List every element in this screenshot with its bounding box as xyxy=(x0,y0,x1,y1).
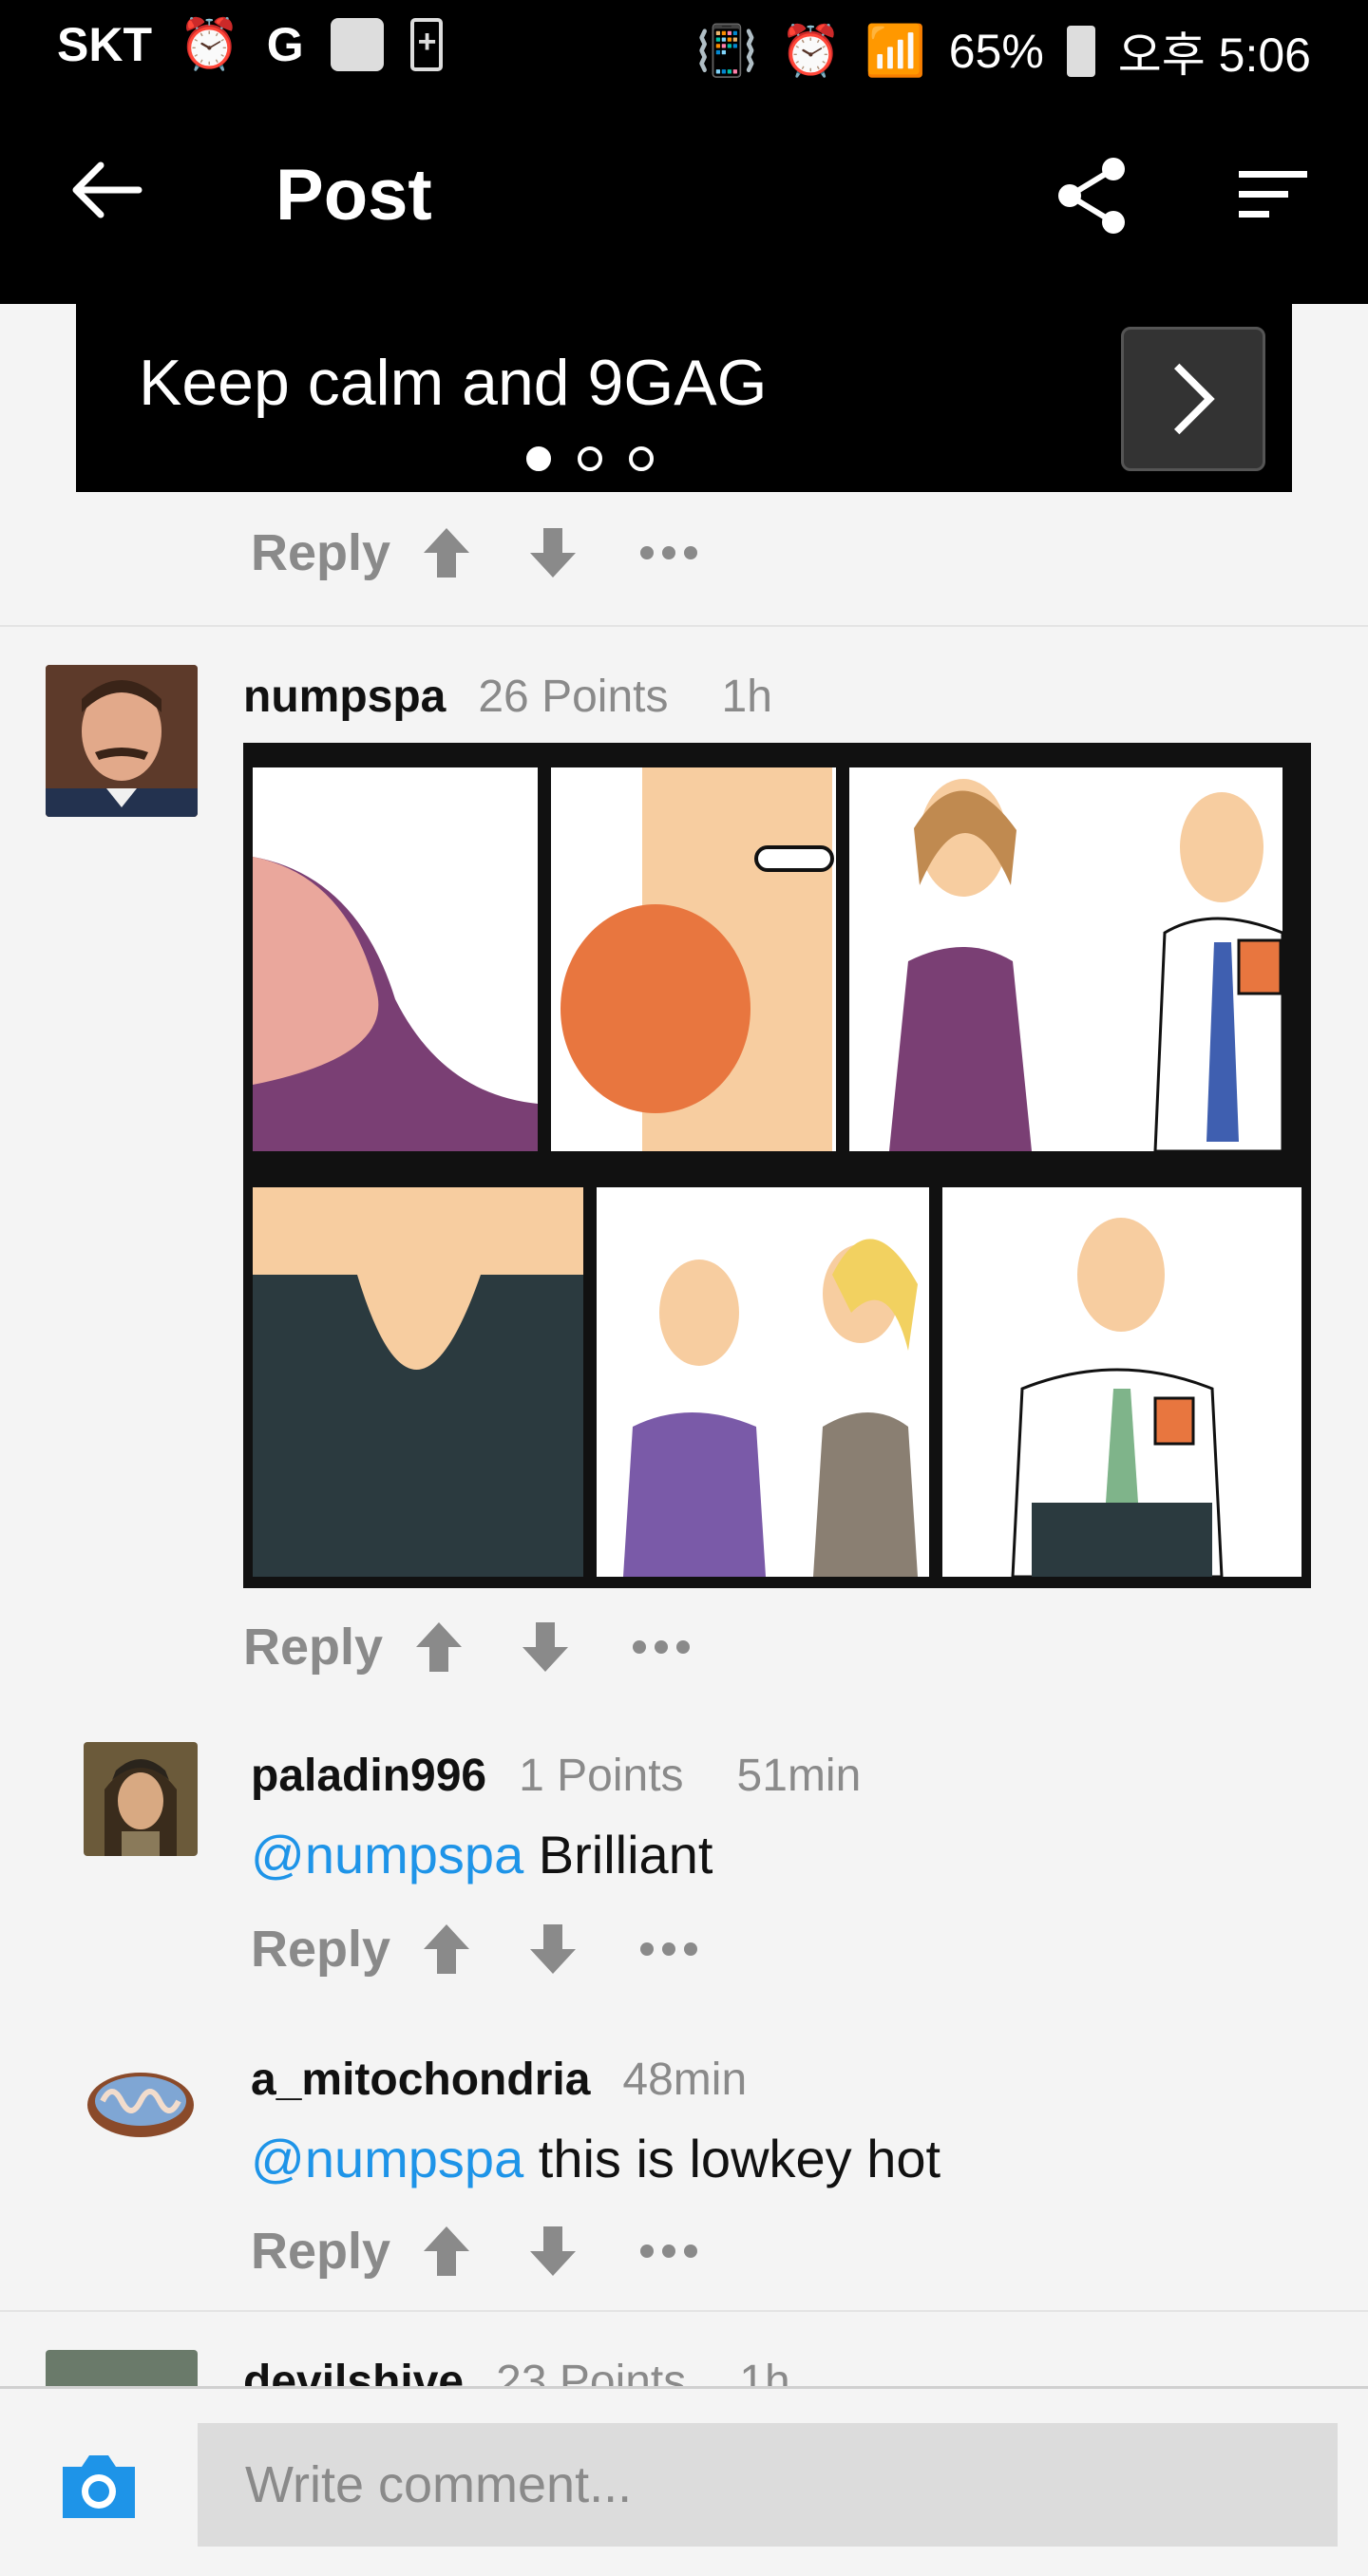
comment-text: @numpspa this is lowkey hot xyxy=(251,2128,940,2189)
google-icon: G xyxy=(266,18,304,71)
mitochondria-avatar-icon xyxy=(84,2046,198,2160)
battery-percent: 65% xyxy=(948,25,1044,78)
page-title: Post xyxy=(276,155,432,236)
reply-button[interactable]: Reply xyxy=(243,1618,412,1676)
wifi-icon: 📶 xyxy=(864,24,926,79)
more-options-icon[interactable] xyxy=(640,2245,697,2258)
avatar-image xyxy=(46,665,198,817)
share-icon[interactable] xyxy=(1054,156,1130,236)
mention-link[interactable]: @numpspa xyxy=(251,1825,523,1885)
timestamp: 51min xyxy=(736,1751,862,1801)
timestamp: 48min xyxy=(622,2055,748,2105)
comment-actions: Reply xyxy=(251,515,697,591)
sort-icon[interactable] xyxy=(1235,169,1311,220)
comment-body: this is lowkey hot xyxy=(523,2129,941,2188)
more-options-icon[interactable] xyxy=(640,1942,697,1956)
status-bar: SKT ⏰ G 📳 ⏰ 📶 65% 오후 5:06 xyxy=(0,0,1368,95)
downvote-icon[interactable] xyxy=(526,2223,580,2280)
username[interactable]: a_mitochondria xyxy=(251,2054,590,2106)
pager-dot[interactable] xyxy=(629,446,654,471)
avatar[interactable] xyxy=(84,1742,198,1856)
battery-saver-icon xyxy=(409,18,443,71)
comment-actions: Reply xyxy=(243,1609,690,1685)
avatar-image xyxy=(84,1742,198,1856)
timestamp: 1h xyxy=(721,672,772,722)
comment-list: Reply numpspa 26 Points 1h Reply paladin… xyxy=(0,304,1368,2394)
comment-actions: Reply xyxy=(251,1911,697,1987)
downvote-icon[interactable] xyxy=(526,524,580,581)
divider xyxy=(0,2310,1368,2312)
comment-body: Brilliant xyxy=(523,1825,713,1885)
upvote-icon[interactable] xyxy=(412,1619,466,1676)
pager-dot[interactable] xyxy=(578,446,602,471)
upvote-icon[interactable] xyxy=(420,2223,473,2280)
reply-button[interactable]: Reply xyxy=(251,2222,420,2281)
pager-dot[interactable] xyxy=(526,446,551,471)
more-options-icon[interactable] xyxy=(633,1640,690,1654)
upvote-icon[interactable] xyxy=(420,524,473,581)
alarm-icon: ⏰ xyxy=(780,24,842,79)
app-bar: Post xyxy=(0,95,1368,304)
comment-text: @numpspa Brilliant xyxy=(251,1824,712,1885)
upvote-icon[interactable] xyxy=(420,1921,473,1978)
avatar[interactable] xyxy=(84,2046,198,2160)
alarm-icon: ⏰ xyxy=(179,17,240,72)
comment-image[interactable] xyxy=(243,743,1311,1588)
points: 26 Points xyxy=(478,672,669,722)
comment-meta: numpspa 26 Points 1h xyxy=(243,671,772,723)
mention-link[interactable]: @numpspa xyxy=(251,2129,523,2188)
comment-actions: Reply xyxy=(251,2213,697,2289)
comment-input[interactable] xyxy=(198,2423,1338,2547)
chevron-right-icon xyxy=(1173,363,1215,435)
gallery-icon xyxy=(330,18,384,71)
clock: 오후 5:06 xyxy=(1117,28,1311,82)
downvote-icon[interactable] xyxy=(526,1921,580,1978)
vibrate-icon: 📳 xyxy=(695,24,758,79)
comic-strip-image xyxy=(243,743,1311,1588)
username[interactable]: numpspa xyxy=(243,671,446,723)
camera-icon[interactable] xyxy=(59,2450,139,2522)
comment-meta: paladin996 1 Points 51min xyxy=(251,1750,861,1802)
more-options-icon[interactable] xyxy=(640,546,697,559)
comment-composer xyxy=(0,2386,1368,2576)
reply-button[interactable]: Reply xyxy=(251,1920,420,1979)
points: 1 Points xyxy=(519,1751,684,1801)
downvote-icon[interactable] xyxy=(519,1619,572,1676)
divider xyxy=(0,625,1368,627)
comment-meta: a_mitochondria 48min xyxy=(251,2054,747,2106)
battery-icon xyxy=(1066,26,1095,77)
promo-banner[interactable]: Keep calm and 9GAG xyxy=(76,304,1292,492)
back-arrow-icon[interactable] xyxy=(68,152,144,228)
carrier-label: SKT xyxy=(57,18,152,71)
username[interactable]: paladin996 xyxy=(251,1750,486,1802)
banner-pager xyxy=(526,446,654,471)
banner-next-button[interactable] xyxy=(1121,327,1265,471)
banner-text: Keep calm and 9GAG xyxy=(139,347,768,419)
reply-button[interactable]: Reply xyxy=(251,523,420,582)
avatar[interactable] xyxy=(46,665,198,817)
